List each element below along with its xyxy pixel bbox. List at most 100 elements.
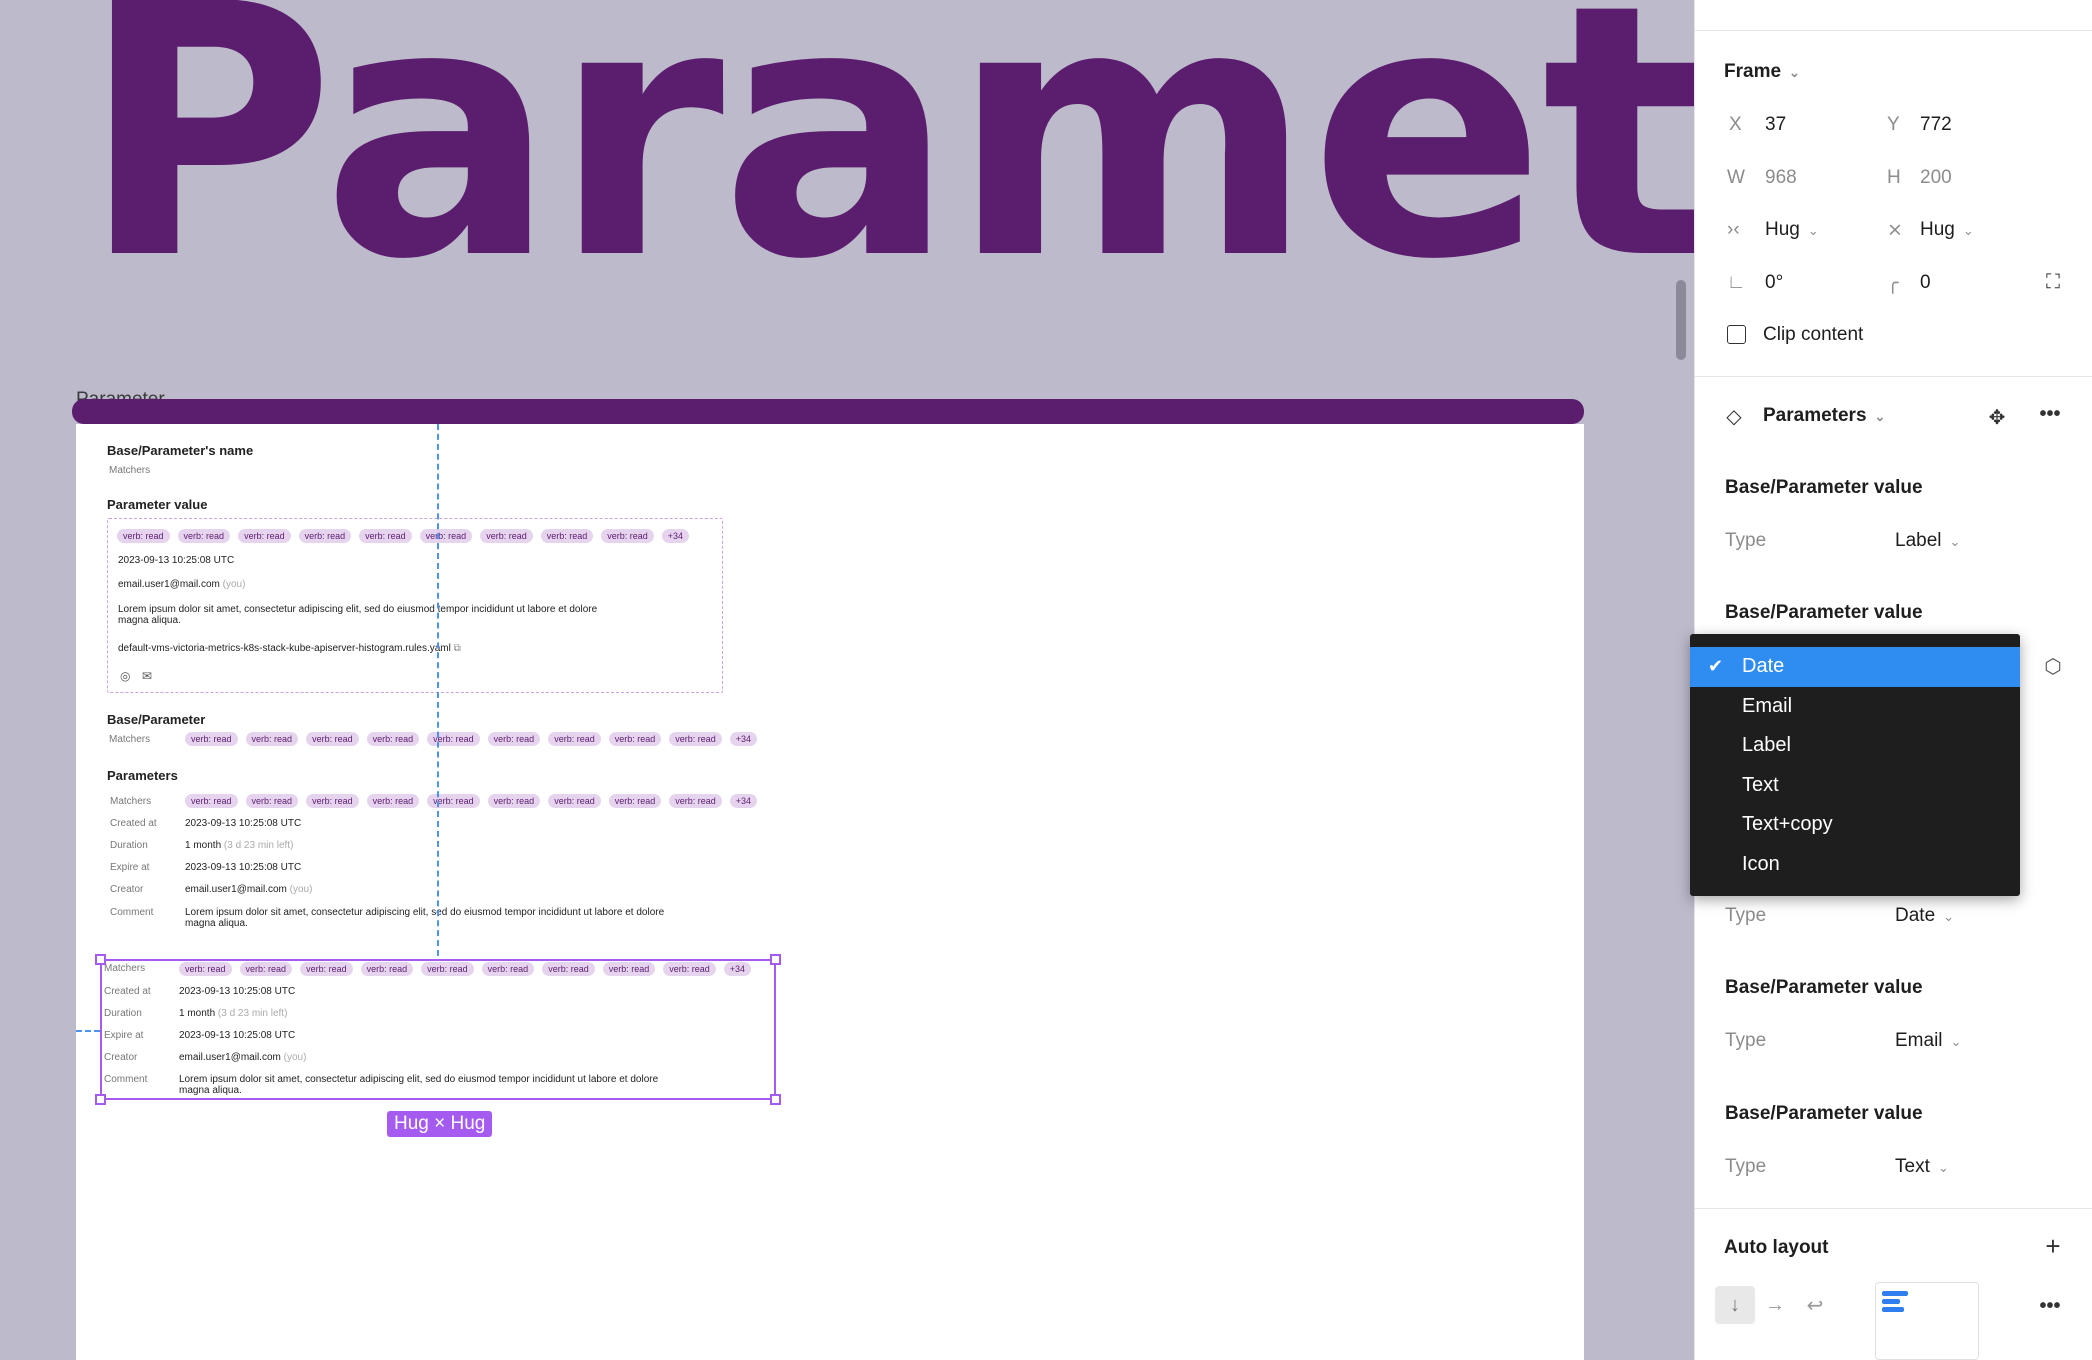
option-label: Text (1742, 773, 1779, 796)
param-type-label: Type (1725, 1156, 1767, 1177)
component-instances-icon[interactable]: ✥ (1985, 405, 2009, 429)
radius-input[interactable]: 0 (1920, 272, 1931, 294)
chevron-down-icon: ⌄ (1807, 223, 1819, 238)
design-canvas[interactable]: Parameter Parameter Base/Parameter's nam… (0, 0, 1694, 1360)
direction-vertical-icon[interactable]: ↓ (1715, 1286, 1755, 1324)
creator-email: email.user1@mail.com (185, 884, 287, 895)
matchers-label: Matchers (110, 796, 152, 807)
clip-content-checkbox[interactable] (1727, 325, 1746, 344)
frame-section-title[interactable]: Frame ⌄ (1724, 61, 1800, 83)
vertical-sizing-select[interactable]: Hug ⌄ (1920, 219, 1974, 241)
chip: verb: read (177, 529, 231, 543)
more-options-icon[interactable]: ••• (2035, 1294, 2065, 1318)
chip: verb: read (245, 732, 299, 746)
option-label: Label (1742, 734, 1791, 757)
param-name: Base/Parameter value (1725, 1103, 1923, 1124)
param-type-value: Text (1895, 1156, 1930, 1177)
dropdown-option-label[interactable]: Label (1690, 726, 2020, 766)
copy-icon[interactable]: ⧉ (454, 643, 461, 654)
chip: verb: read (601, 529, 654, 543)
chip-more: +34 (661, 529, 690, 543)
mail-icon[interactable]: ✉ (142, 669, 152, 683)
type-dropdown-menu[interactable]: ✔ Date Email Label Text Text+copy Icon (1690, 634, 2020, 896)
expire-at-value: 2023-09-13 10:25:08 UTC (185, 862, 302, 873)
parameters-section-title[interactable]: Parameters ⌄ (1763, 405, 1885, 427)
add-auto-layout-icon[interactable]: + (2040, 1231, 2066, 1261)
independent-corners-icon[interactable]: ⛶ (2041, 270, 2065, 294)
chip-more: +34 (729, 732, 758, 746)
chip: verb: read (480, 529, 533, 543)
you-tag: (you) (222, 579, 246, 590)
you-tag: (you) (289, 884, 313, 895)
param-type-select[interactable]: Email ⌄ (1895, 1030, 1961, 1052)
chevron-down-icon: ⌄ (1950, 1034, 1962, 1049)
option-label: Icon (1742, 852, 1780, 875)
dropdown-option-text[interactable]: Text (1690, 766, 2020, 806)
param-type-value: Date (1895, 905, 1936, 926)
wrap-icon[interactable]: ↩ (1795, 1286, 1835, 1324)
align-bar (1882, 1307, 1904, 1312)
param-name: Base/Parameter value (1725, 977, 1923, 998)
frame-header-bar (72, 399, 1584, 424)
selection-box[interactable] (100, 959, 776, 1100)
dropdown-option-text-copy[interactable]: Text+copy (1690, 805, 2020, 845)
param-type-label: Type (1725, 905, 1767, 926)
x-input[interactable]: 37 (1765, 114, 1786, 136)
y-input[interactable]: 772 (1920, 114, 1952, 136)
chevron-down-icon: ⌄ (1937, 1160, 1949, 1175)
chip: verb: read (669, 794, 722, 808)
vertical-resize-icon: ⨯ (1887, 220, 1903, 241)
comment-label: Comment (110, 907, 154, 918)
param-name: Base/Parameter value (1725, 477, 1923, 498)
chip: verb: read (117, 529, 170, 543)
chip: verb: read (669, 732, 722, 746)
canvas-scrollbar[interactable] (1676, 280, 1686, 360)
chip: verb: read (298, 529, 352, 543)
auto-layout-title: Auto layout (1724, 1237, 1829, 1258)
chip: verb: read (359, 529, 412, 543)
chip: verb: read (487, 794, 541, 808)
chip: verb: read (306, 732, 359, 746)
dropdown-option-date[interactable]: ✔ Date (1690, 647, 2020, 687)
resize-handle-br[interactable] (770, 1094, 781, 1105)
chevron-down-icon: ⌄ (1943, 909, 1955, 924)
horizontal-sizing-select[interactable]: Hug ⌄ (1765, 219, 1819, 241)
rotation-icon: ∟ (1727, 272, 1746, 293)
rotation-input[interactable]: 0° (1765, 272, 1783, 294)
chip: verb: read (487, 732, 541, 746)
chip: verb: read (608, 732, 662, 746)
resize-handle-tr[interactable] (770, 954, 781, 965)
option-label: Email (1742, 694, 1793, 717)
variable-hexagon-icon[interactable]: ⬡ (2041, 654, 2065, 678)
w-input[interactable]: 968 (1765, 167, 1797, 189)
value-lorem-1: Lorem ipsum dolor sit amet, consectetur … (118, 604, 598, 615)
component-diamond-icon: ◇ (1726, 405, 1742, 428)
h-input[interactable]: 200 (1920, 167, 1952, 189)
option-label: Text+copy (1742, 813, 1833, 836)
param-type-select[interactable]: Label ⌄ (1895, 530, 1960, 552)
w-label: W (1727, 167, 1745, 188)
param-type-value: Email (1895, 1030, 1943, 1051)
chip: verb: read (548, 794, 601, 808)
chip: verb: read (419, 529, 473, 543)
frame-title-text: Frame (1724, 61, 1782, 82)
resize-handle-bl[interactable] (95, 1094, 106, 1105)
value-email: email.user1@mail.com (you) (118, 579, 245, 590)
dropdown-option-email[interactable]: Email (1690, 687, 2020, 727)
more-options-icon[interactable]: ••• (2035, 402, 2065, 426)
resize-handle-tl[interactable] (95, 954, 106, 965)
file-name: default-vms-victoria-metrics-k8s-stack-k… (118, 643, 451, 654)
globe-icon[interactable]: ◎ (120, 669, 130, 683)
param-type-select[interactable]: Date ⌄ (1895, 905, 1954, 927)
chevron-down-icon: ⌄ (1949, 534, 1961, 549)
alignment-grid[interactable] (1875, 1282, 1979, 1360)
dropdown-option-icon[interactable]: Icon (1690, 845, 2020, 885)
direction-horizontal-icon[interactable]: → (1755, 1286, 1795, 1324)
chevron-down-icon: ⌄ (1962, 223, 1974, 238)
matchers-label: Matchers (109, 734, 151, 745)
comment-line-1: Lorem ipsum dolor sit amet, consectetur … (185, 907, 665, 918)
param-type-select[interactable]: Text ⌄ (1895, 1156, 1949, 1178)
chip: verb: read (185, 794, 238, 808)
duration-label: Duration (110, 840, 148, 851)
vsize-value: Hug (1920, 219, 1955, 240)
